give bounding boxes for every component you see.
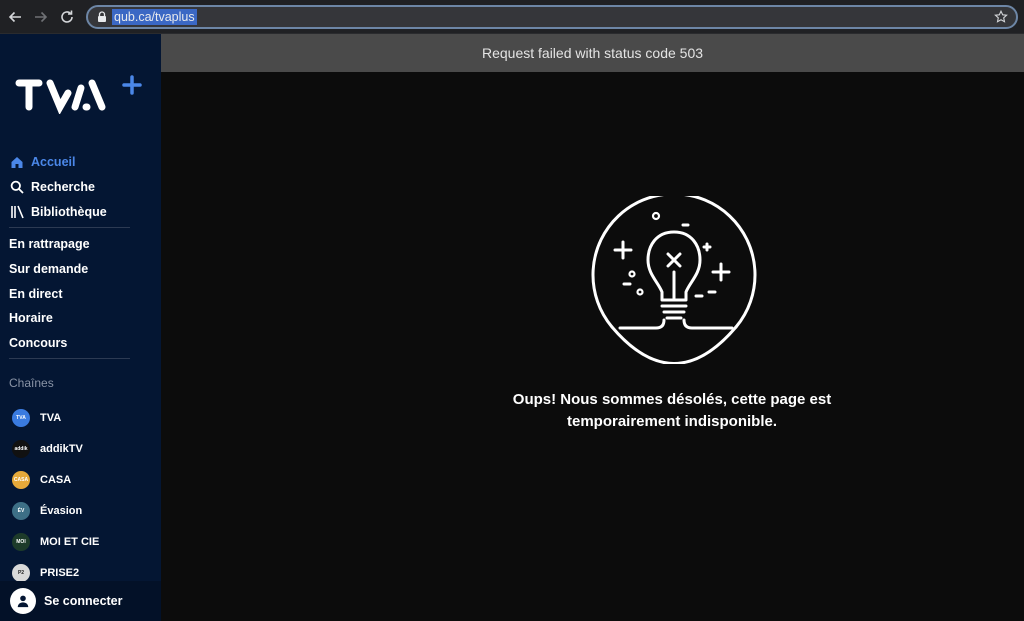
moi-et-cie-channel-logo-icon: MOI xyxy=(12,533,30,551)
channel-item-evasion[interactable]: ÉV Évasion xyxy=(12,501,82,521)
channels-section-title: Chaînes xyxy=(9,376,54,390)
sidebar-item-bibliotheque[interactable]: Bibliothèque xyxy=(9,202,107,222)
sidebar-item-recherche[interactable]: Recherche xyxy=(9,177,95,197)
arrow-right-icon xyxy=(35,11,48,23)
channel-item-tva[interactable]: TVA TVA xyxy=(12,408,61,428)
evasion-channel-logo-icon: ÉV xyxy=(12,502,30,520)
sidebar-item-horaire[interactable]: Horaire xyxy=(9,308,53,328)
error-message: Oups! Nous sommes désolés, cette page es… xyxy=(422,389,922,433)
channel-label: TVA xyxy=(40,412,62,424)
lock-icon xyxy=(98,11,106,22)
sidebar-item-concours[interactable]: Concours xyxy=(9,333,67,353)
channel-item-moi-et-cie[interactable]: MOI MOI ET CIE xyxy=(12,532,99,552)
user-avatar-icon xyxy=(10,588,36,614)
sidebar-item-label: En direct xyxy=(9,287,63,301)
channel-item-casa[interactable]: CASA CASA xyxy=(12,470,71,490)
forward-button[interactable] xyxy=(31,7,51,27)
reload-button[interactable] xyxy=(57,7,77,27)
error-message-line-1: Oups! Nous sommes désolés, cette page es… xyxy=(512,391,832,408)
casa-channel-logo-icon: CASA xyxy=(12,471,30,489)
back-button[interactable] xyxy=(5,7,25,27)
channel-label: Évasion xyxy=(40,505,83,517)
channel-label: PRISE2 xyxy=(40,567,80,579)
sidebar-item-label: En rattrapage xyxy=(9,237,90,251)
addiktv-channel-logo-icon: addik xyxy=(12,440,30,458)
tva-plus-logo[interactable] xyxy=(14,74,146,114)
channel-item-prise2[interactable]: P2 PRISE2 xyxy=(12,563,79,583)
sidebar-divider xyxy=(9,358,130,359)
login-label: Se connecter xyxy=(44,594,123,608)
sidebar-item-accueil[interactable]: Accueil xyxy=(9,152,75,172)
address-bar[interactable]: qub.ca/tvaplus xyxy=(86,5,1018,29)
url-text[interactable]: qub.ca/tvaplus xyxy=(112,9,197,25)
main-content: Oups! Nous sommes désolés, cette page es… xyxy=(161,72,1024,621)
tva-channel-logo-icon: TVA xyxy=(12,409,30,427)
sidebar-item-label: Accueil xyxy=(31,155,76,169)
sidebar-item-en-rattrapage[interactable]: En rattrapage xyxy=(9,234,90,254)
lightbulb-icon xyxy=(591,196,757,364)
sidebar-item-label: Concours xyxy=(9,336,68,350)
sidebar-item-label: Horaire xyxy=(9,311,53,325)
channel-label: CASA xyxy=(40,474,72,486)
sidebar-item-en-direct[interactable]: En direct xyxy=(9,284,63,304)
prise2-channel-logo-icon: P2 xyxy=(12,564,30,582)
sidebar: Accueil Recherche Bibliothèque En rattra… xyxy=(0,34,161,621)
sidebar-item-label: Recherche xyxy=(31,180,95,194)
login-button[interactable]: Se connecter xyxy=(0,581,161,621)
sidebar-item-sur-demande[interactable]: Sur demande xyxy=(9,259,88,279)
channel-label: MOI ET CIE xyxy=(40,536,100,548)
library-icon xyxy=(9,205,24,220)
reload-icon xyxy=(61,10,73,23)
error-banner: Request failed with status code 503 xyxy=(161,34,1024,72)
arrow-left-icon xyxy=(8,11,21,23)
error-message-line-2: temporairement indisponible. xyxy=(566,413,778,430)
channel-label: addikTV xyxy=(40,443,83,455)
sidebar-divider xyxy=(9,227,130,228)
channel-item-addiktv[interactable]: addik addikTV xyxy=(12,439,83,459)
browser-toolbar: qub.ca/tvaplus xyxy=(0,0,1024,34)
error-banner-text: Request failed with status code 503 xyxy=(481,45,704,61)
search-icon xyxy=(9,180,24,195)
bookmark-star-icon[interactable] xyxy=(994,10,1008,24)
sidebar-item-label: Bibliothèque xyxy=(31,205,107,219)
home-icon xyxy=(9,155,24,170)
sidebar-item-label: Sur demande xyxy=(9,262,89,276)
